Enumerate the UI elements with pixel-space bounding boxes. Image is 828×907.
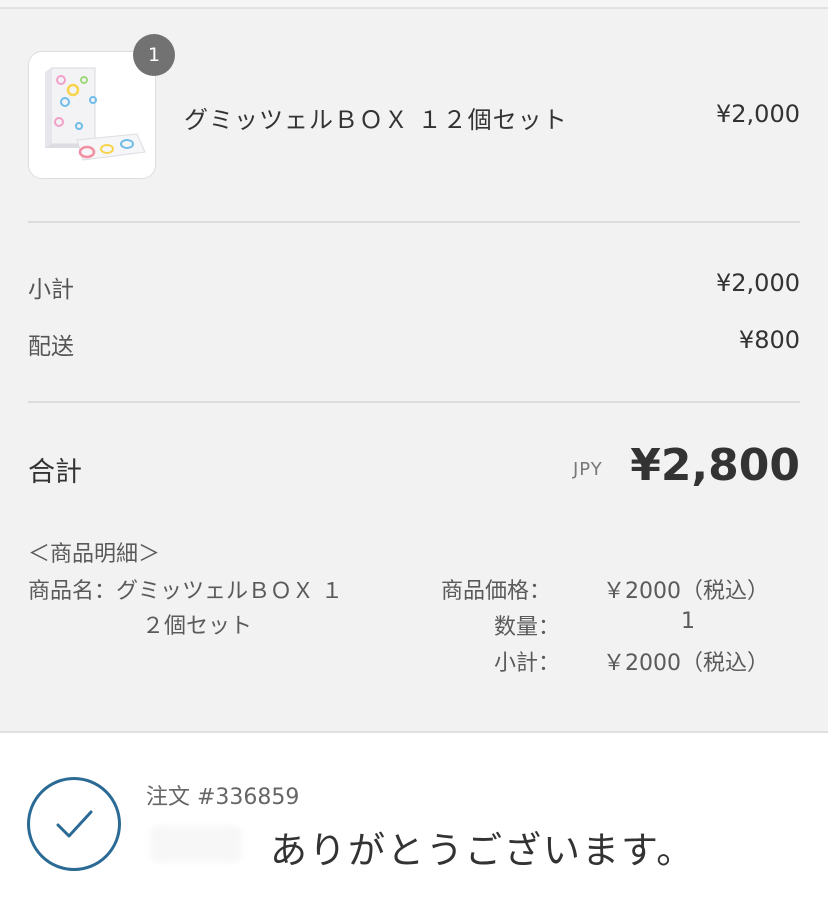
details-subtotal-label: 小計： — [494, 651, 561, 676]
total-label: 合計 — [28, 457, 82, 488]
check-circle-icon — [27, 777, 121, 871]
details-qty-label: 数量： — [494, 615, 561, 640]
product-box-image — [29, 52, 155, 178]
details-product-name: 商品名：グミッツェルＢＯＸ １ — [28, 579, 343, 604]
shipping-value: ¥800 — [738, 326, 800, 354]
subtotal-label: 小計 — [28, 277, 74, 303]
customer-name-blurred — [150, 826, 242, 862]
quantity-badge: 1 — [133, 34, 175, 76]
thank-you-message: ありがとうございます。 — [270, 829, 696, 872]
details-product-name-cont: ２個セット — [142, 614, 253, 639]
currency-code: JPY — [573, 459, 603, 480]
details-price-value: ￥2000（税込） — [603, 579, 769, 604]
details-price-label: 商品価格： — [441, 579, 552, 604]
details-heading: ＜商品明細＞ — [28, 542, 161, 567]
product-name: グミッツェルＢＯＸ １２個セット — [184, 106, 568, 134]
confirmation-section — [0, 731, 828, 907]
divider — [28, 401, 800, 403]
shipping-label: 配送 — [28, 334, 74, 360]
subtotal-value: ¥2,000 — [716, 269, 800, 297]
order-number: 注文 #336859 — [146, 785, 300, 810]
product-thumbnail — [28, 51, 156, 179]
details-subtotal-value: ￥2000（税込） — [603, 651, 769, 676]
divider — [28, 221, 800, 223]
total-value: ¥2,800 — [630, 440, 800, 491]
details-qty-value: 1 — [681, 609, 695, 634]
product-price: ¥2,000 — [716, 100, 800, 128]
